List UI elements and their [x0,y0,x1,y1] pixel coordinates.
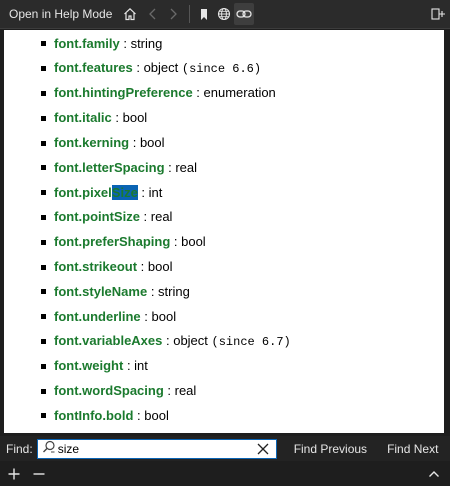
property-link[interactable]: font.letterSpacing [54,160,165,175]
bookmark-icon[interactable] [194,3,214,25]
property-type: : bool [129,135,165,151]
property-link[interactable]: font.weight [54,358,123,373]
property-type: : bool [170,234,206,250]
bullet-icon [41,66,46,72]
property-type: : bool [140,308,177,324]
globe-icon[interactable] [214,3,234,25]
list-item: font.pixelSize : int [4,180,444,205]
property-type: : string [147,283,190,299]
bullet-icon [41,41,46,47]
property-type: : object [132,60,182,76]
property-link[interactable]: font.family [54,36,120,51]
property-type: : object [162,332,212,348]
property-type: : real [139,209,173,225]
bullet-icon [41,388,46,394]
list-item: font.family : string [4,31,444,56]
property-type: : enumeration [192,85,276,101]
bullet-icon [41,140,46,146]
bullet-icon [41,264,46,270]
search-icon [42,440,56,457]
bullet-icon [41,413,46,419]
forward-icon[interactable] [163,3,183,25]
property-type: : bool [111,110,148,126]
bullet-icon [41,190,46,196]
vertical-scrollbar[interactable] [444,30,450,433]
bullet-icon [41,239,46,245]
bullet-icon [41,165,46,171]
back-icon[interactable] [143,3,163,25]
list-item: font.kerning : bool [4,130,444,155]
list-item: font.letterSpacing : real [4,155,444,180]
find-previous-button[interactable]: Find Previous [294,442,367,456]
property-link[interactable]: font.preferShaping [54,234,170,249]
bullet-icon [41,363,46,369]
property-type: : real [163,383,197,399]
property-link[interactable]: font.underline [54,309,141,324]
property-link[interactable]: fontInfo.bold [54,408,133,423]
property-link[interactable]: font.pointSize [54,209,140,224]
property-name-prefix: font.pixel [54,184,112,200]
list-item: fontInfo.bold : bool [4,403,444,428]
property-type: : int [137,184,163,200]
since-version: (since 6.7) [211,334,291,349]
property-type: : bool [133,407,169,423]
list-item: font.strikeout : bool [4,254,444,279]
chevron-up-icon[interactable] [424,463,444,485]
list-item: font.pointSize : real [4,205,444,230]
home-icon[interactable] [120,3,140,25]
property-type: : real [164,159,198,175]
split-view-icon[interactable] [428,3,448,25]
property-link[interactable]: font.variableAxes [54,333,162,348]
bullet-icon [41,90,46,96]
property-type: : string [119,35,163,51]
list-item: font.styleName : string [4,279,444,304]
bullet-icon [41,314,46,320]
open-in-help-mode-button[interactable]: Open in Help Mode [9,7,112,21]
find-bar: Find: Find Previous Find Next [0,436,450,461]
list-item: font.hintingPreference : enumeration [4,81,444,106]
link-icon[interactable] [234,3,255,25]
property-link[interactable]: font.kerning [54,135,129,150]
bottom-bar [0,461,450,486]
clear-icon[interactable] [256,442,270,459]
list-item: font.preferShaping : bool [4,229,444,254]
property-link[interactable]: font.wordSpacing [54,383,164,398]
list-item: font.weight : int [4,353,444,378]
property-list: font.family : string font.features : obj… [4,30,444,428]
bullet-icon [41,338,46,344]
property-link[interactable]: font.styleName [54,284,147,299]
plus-icon[interactable] [4,463,24,485]
find-input-box[interactable] [36,438,277,459]
property-link[interactable]: font.hintingPreference [54,85,193,100]
minus-icon[interactable] [29,463,49,485]
find-input[interactable] [57,441,238,456]
search-match-highlight: Size [111,184,138,200]
bullet-icon [41,289,46,295]
bullet-icon [41,115,46,121]
list-item: font.underline : bool [4,304,444,329]
list-item: font.features : object (since 6.6) [4,56,444,81]
property-link[interactable]: font.pixelSize [54,184,138,200]
list-item: font.variableAxes : object (since 6.7) [4,329,444,354]
property-type: : bool [137,259,173,275]
find-label: Find: [6,441,33,456]
list-item: font.italic : bool [4,105,444,130]
help-toolbar: Open in Help Mode [0,0,450,29]
list-item: font.wordSpacing : real [4,378,444,403]
property-link[interactable]: font.strikeout [54,259,137,274]
property-link[interactable]: font.features [54,60,133,75]
documentation-view[interactable]: font.family : string font.features : obj… [4,30,444,433]
property-link[interactable]: font.italic [54,110,112,125]
bullet-icon [41,214,46,220]
find-next-button[interactable]: Find Next [387,442,438,456]
since-version: (since 6.6) [181,62,262,77]
property-type: : int [123,358,148,374]
toolbar-separator [189,5,191,23]
